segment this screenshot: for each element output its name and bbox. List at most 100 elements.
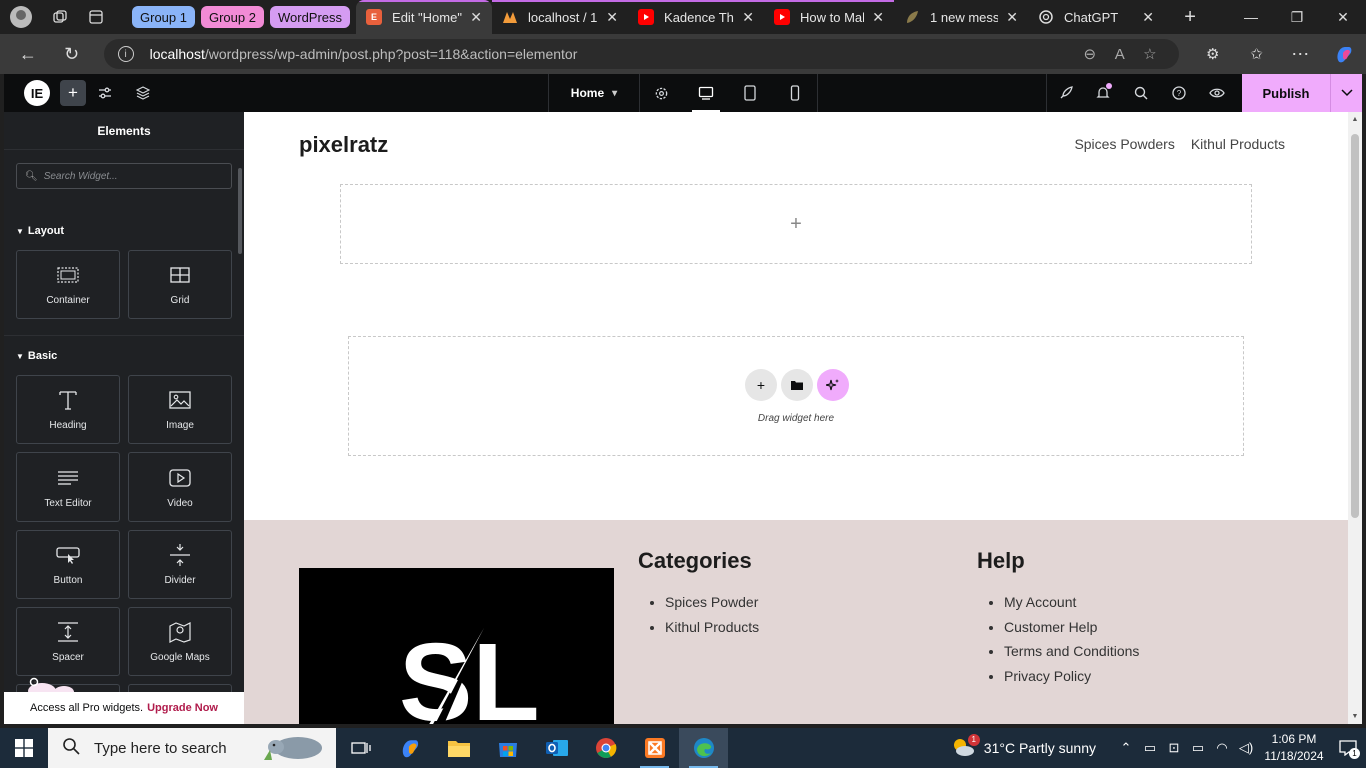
footer-link[interactable]: Kithul Products [665,619,759,644]
file-explorer-icon[interactable] [434,728,483,768]
widget-video[interactable]: Video [128,452,232,522]
close-tab-icon[interactable]: ✕ [470,9,482,26]
category-layout[interactable]: ▼ Layout [16,225,64,237]
extensions-icon[interactable]: ⚙ [1191,34,1235,74]
battery-icon[interactable]: ▭ [1186,740,1210,756]
category-basic[interactable]: ▼ Basic [16,350,57,362]
upgrade-now-link[interactable]: Upgrade Now [147,702,218,714]
taskbar-search-input[interactable]: Type here to search [48,728,336,768]
widget-spacer[interactable]: Spacer [16,607,120,676]
tab-group-wordpress[interactable]: WordPress [269,6,351,28]
close-tab-icon[interactable]: ✕ [742,9,754,26]
zoom-icon[interactable]: ⊖ [1075,45,1105,63]
elementor-logo-icon[interactable]: IE [24,80,50,106]
volume-icon[interactable]: ◁) [1234,740,1258,756]
widget-google-maps[interactable]: Google Maps [128,607,232,676]
notification-center-icon[interactable]: 1 [1330,740,1366,759]
canvas-scrollbar[interactable]: ▲ ▼ [1348,112,1362,724]
footer-link[interactable]: My Account [1004,594,1139,619]
tab-edit-home[interactable]: E Edit "Home" w ✕ [356,0,493,34]
more-options-icon[interactable]: ⋯ [1278,34,1322,74]
panel-scrollbar[interactable] [238,168,242,254]
add-element-button[interactable]: + [60,80,86,106]
widget-drop-zone[interactable]: + Drag widget here [348,336,1244,456]
meet-now-icon[interactable]: ▭ [1138,740,1162,756]
display-icon[interactable]: ⊡ [1162,740,1186,756]
tab-chatgpt[interactable]: ChatGPT ✕ [1028,0,1164,34]
microsoft-store-icon[interactable] [483,728,532,768]
widget-text-editor[interactable]: Text Editor [16,452,120,522]
chrome-icon[interactable] [581,728,630,768]
favorites-icon[interactable]: ✩ [1235,34,1279,74]
site-title[interactable]: pixelratz [299,132,388,158]
profile-avatar[interactable] [0,0,42,34]
tab-group-1[interactable]: Group 1 [132,6,195,28]
footer-link[interactable]: Privacy Policy [1004,668,1139,693]
widget-grid[interactable]: Grid [128,250,232,319]
search-icon[interactable] [1122,74,1160,112]
new-tab-button[interactable]: + [1172,0,1208,34]
template-library-folder-icon[interactable] [781,369,813,401]
mobile-view-icon[interactable] [773,74,818,112]
copilot-icon[interactable] [1322,34,1366,74]
notifications-icon[interactable] [1084,74,1122,112]
site-settings-icon[interactable] [86,74,124,112]
weather-icon[interactable]: 1 [950,733,980,761]
close-tab-icon[interactable]: ✕ [872,9,884,26]
widget-search-input[interactable]: 🔍︎ Search Widget... [16,163,232,189]
widget-container[interactable]: Container [16,250,120,319]
site-info-icon[interactable]: i [117,46,134,62]
tab-messages[interactable]: 1 new messag ✕ [894,0,1028,34]
copilot-icon[interactable] [385,728,434,768]
empty-section-add-icon[interactable]: + [340,184,1252,264]
footer-logo-image[interactable]: SL [299,568,614,724]
scroll-down-arrow-icon[interactable]: ▼ [1348,713,1362,720]
wifi-icon[interactable]: ◠ [1210,740,1234,756]
close-tab-icon[interactable]: ✕ [606,9,618,26]
widget-divider[interactable]: Divider [128,530,232,599]
clock[interactable]: 1:06 PM 11/18/2024 [1258,731,1330,765]
tab-kadence[interactable]: Kadence Ther ✕ [628,0,765,34]
workspaces-icon[interactable] [42,0,78,34]
footer-link[interactable]: Customer Help [1004,619,1139,644]
page-selector[interactable]: Home ▾ [549,74,640,112]
close-tab-icon[interactable]: ✕ [1142,9,1154,26]
minimize-icon[interactable]: — [1228,0,1274,34]
scrollbar-thumb[interactable] [1351,134,1359,518]
close-window-icon[interactable]: ✕ [1320,0,1366,34]
structure-layers-icon[interactable] [124,74,162,112]
restore-icon[interactable]: ❐ [1274,0,1320,34]
publish-button[interactable]: Publish [1242,74,1330,112]
add-section-button[interactable]: + [745,369,777,401]
rocket-icon[interactable] [1046,74,1084,112]
footer-link[interactable]: Terms and Conditions [1004,643,1139,668]
close-tab-icon[interactable]: ✕ [1006,9,1018,26]
nav-link-kithul-products[interactable]: Kithul Products [1191,136,1285,152]
publish-options-chevron-icon[interactable] [1330,74,1362,112]
tab-phpmyadmin[interactable]: localhost / 12 ✕ [492,0,629,34]
footer-link[interactable]: Spices Powder [665,594,759,619]
task-view-icon[interactable] [336,728,385,768]
scroll-up-arrow-icon[interactable]: ▲ [1348,116,1362,123]
widget-heading[interactable]: Heading [16,375,120,444]
edge-icon[interactable] [679,728,728,768]
preview-eye-icon[interactable] [1198,74,1236,112]
widget-button[interactable]: Button [16,530,120,599]
show-hidden-icons-chevron-icon[interactable]: ⌃ [1114,740,1138,756]
xampp-icon[interactable] [630,728,679,768]
back-arrow-icon[interactable]: ← [6,34,50,74]
read-aloud-icon[interactable]: A [1105,46,1135,63]
tablet-view-icon[interactable] [728,74,773,112]
weather-text[interactable]: 31°C Partly sunny [984,740,1096,756]
tab-how-to-make[interactable]: How to Make ✕ [764,0,895,34]
address-bar[interactable]: i localhost/wordpress/wp-admin/post.php?… [103,39,1179,69]
tab-actions-icon[interactable] [78,0,114,34]
desktop-view-icon[interactable] [684,74,729,112]
tab-group-2[interactable]: Group 2 [200,6,264,28]
windows-start-icon[interactable] [0,728,48,768]
widget-image[interactable]: Image [128,375,232,444]
nav-link-spices-powders[interactable]: Spices Powders [1074,136,1174,152]
url-text[interactable]: localhost/wordpress/wp-admin/post.php?po… [150,46,1075,62]
ai-sparkle-icon[interactable] [817,369,849,401]
help-icon[interactable]: ? [1160,74,1198,112]
